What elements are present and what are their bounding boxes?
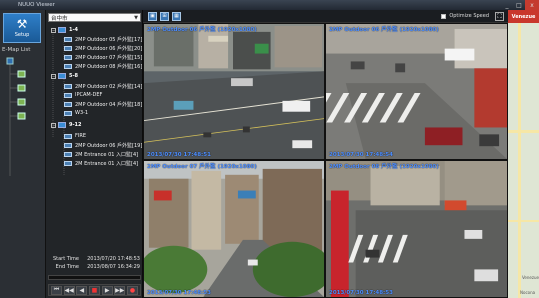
tree-camera[interactable]: 2M Entrance 01 入口監[4]	[64, 150, 138, 158]
emap-tree[interactable]	[4, 56, 42, 296]
fullscreen-icon[interactable]: ⛶	[495, 11, 504, 21]
start-time-row: Start Time 2013/07/20 17:48:53	[46, 255, 143, 263]
record-icon[interactable]: ●	[126, 285, 138, 295]
tree-camera[interactable]: W3-1	[64, 109, 88, 117]
camera-view-2[interactable]: 2MP Outdoor 06 戶外監 (1920x1080) 2013/07/3…	[325, 23, 508, 160]
camera-view-1[interactable]: 2MP Outdoor 06 戶外監 (1920x1080) 2013/07/3…	[143, 23, 325, 160]
map-label: Venezue	[522, 275, 539, 280]
camera-timestamp: 2013/07/30 17:48:54	[329, 152, 393, 158]
play-icon[interactable]: ▶	[101, 285, 113, 295]
collapse-icon[interactable]: −	[51, 73, 56, 79]
window-controls: _ □ x	[501, 0, 539, 10]
camera-icon	[64, 110, 72, 116]
rewind-icon[interactable]: ◀◀	[63, 285, 75, 295]
location-select-value: 台中市	[51, 15, 68, 22]
tree-group-9-12[interactable]: − 9-12	[51, 121, 82, 129]
tree-camera[interactable]: FIRE	[64, 132, 86, 140]
camera-icon	[64, 54, 72, 60]
map-road	[518, 23, 521, 298]
camera-icon	[64, 63, 72, 69]
window-title: NUUO Viewer	[18, 2, 55, 8]
emap-tree-lines	[6, 57, 26, 176]
optimize-speed-label: Optimize Speed	[449, 13, 489, 19]
map-road	[508, 130, 539, 133]
camera-view-4[interactable]: 2MP Outdoor 08 戶外監 (1920x1080) 2013/07/3…	[325, 160, 508, 298]
camera-feed-image	[144, 161, 324, 297]
collapse-icon[interactable]: −	[51, 122, 56, 128]
device-panel: 台中市 ▼ − 1-4 2MP Outdoor 05 戶外監[17] 2MP O…	[46, 10, 143, 298]
checkbox-icon[interactable]	[441, 13, 447, 19]
tree-camera[interactable]: 2MP Outdoor 06 戶外監[19]	[64, 141, 142, 149]
left-rail: ⚒ Setup E-Map List	[0, 10, 46, 298]
layout-quad-icon[interactable]: ⊞	[160, 11, 169, 21]
tree-group-1-4[interactable]: − 1-4	[51, 26, 78, 34]
camera-icon	[64, 92, 72, 98]
playback-controls: ⏮ ◀◀ ◀ ■ ▶ ▶▶ ●	[48, 284, 141, 296]
camera-view-3[interactable]: 2MP Outdoor 07 戶外監 (1920x1080) 2013/07/3…	[143, 160, 325, 298]
skip-back-icon[interactable]: ⏮	[51, 285, 62, 295]
maximize-button[interactable]: □	[513, 0, 525, 10]
camera-icon	[64, 160, 72, 166]
camera-timestamp: 2013/07/30 17:48:51	[147, 152, 211, 158]
camera-icon	[64, 151, 72, 157]
tree-camera[interactable]: 2MP Outdoor 06 戶外監[20]	[64, 44, 142, 52]
tree-camera[interactable]: 2MP Outdoor 04 戶外監[18]	[64, 100, 142, 108]
fast-forward-icon[interactable]: ▶▶	[114, 285, 126, 295]
camera-icon	[64, 36, 72, 42]
tree-camera[interactable]: 2MP Outdoor 07 戶外監[15]	[64, 53, 142, 61]
tree-camera[interactable]: IPCAM-DEF	[64, 91, 102, 99]
camera-feed-image	[326, 161, 507, 297]
playback-times: Start Time 2013/07/20 17:48:53 End Time …	[46, 255, 143, 271]
wrench-icon: ⚒	[16, 17, 28, 31]
group-icon	[58, 122, 66, 128]
tree-camera[interactable]: 2MP Outdoor 05 戶外監[17]	[64, 35, 142, 43]
camera-icon	[64, 83, 72, 89]
optimize-speed-toggle[interactable]: Optimize Speed	[441, 13, 489, 19]
tree-camera[interactable]: 2MP Outdoor 02 戶外監[14]	[64, 82, 142, 90]
group-icon	[58, 27, 66, 33]
camera-icon	[64, 101, 72, 107]
setup-label: Setup	[14, 32, 30, 38]
start-time-label: Start Time	[52, 256, 79, 262]
camera-timestamp: 2013/07/30 17:48:53	[329, 290, 393, 296]
tree-camera[interactable]: 2M Entrance 01 入口監[4]	[64, 159, 138, 167]
playback-progress-bar[interactable]	[48, 275, 141, 280]
map-strip-header: Venezue	[508, 10, 539, 23]
map-strip[interactable]: Venezue Venezue Nocona	[508, 10, 539, 298]
emap-list-label: E-Map List	[2, 47, 31, 53]
location-select[interactable]: 台中市 ▼	[48, 13, 141, 22]
end-time-label: End Time	[55, 264, 79, 270]
group-icon	[58, 73, 66, 79]
end-time-value: 2013/08/07 16:34:29	[87, 264, 140, 270]
camera-icon	[64, 45, 72, 51]
stop-icon[interactable]: ■	[88, 285, 100, 295]
collapse-icon[interactable]: −	[51, 27, 56, 33]
camera-feed-image	[144, 24, 324, 159]
camera-feed-image	[326, 24, 507, 159]
camera-icon	[64, 133, 72, 139]
viewer-toolbar: ▣ ⊞ ▦ Optimize Speed ⛶	[143, 10, 508, 23]
close-button[interactable]: x	[525, 0, 539, 10]
chevron-down-icon: ▼	[134, 14, 138, 21]
layout-single-icon[interactable]: ▣	[148, 11, 157, 21]
camera-title: 2MP Outdoor 07 戶外監 (1920x1080)	[147, 164, 257, 170]
end-time-row: End Time 2013/08/07 16:34:29	[46, 263, 143, 271]
setup-button[interactable]: ⚒ Setup	[3, 13, 41, 43]
camera-title: 2MP Outdoor 08 戶外監 (1920x1080)	[329, 164, 439, 170]
layout-multi-icon[interactable]: ▦	[172, 11, 181, 21]
map-label: Nocona	[520, 290, 536, 295]
tree-group-5-8[interactable]: − 5-8	[51, 72, 78, 80]
tree-camera[interactable]: 2MP Outdoor 08 戶外監[16]	[64, 62, 142, 70]
minimize-button[interactable]: _	[501, 0, 513, 10]
start-time-value: 2013/07/20 17:48:53	[87, 256, 140, 262]
camera-title: 2MP Outdoor 06 戶外監 (1920x1080)	[329, 27, 439, 33]
main-viewer: ▣ ⊞ ▦ Optimize Speed ⛶ 2MP Outdoor 06 戶外…	[143, 10, 508, 298]
camera-timestamp: 2013/07/30 17:48:53	[147, 290, 211, 296]
camera-icon	[64, 142, 72, 148]
camera-grid: 2MP Outdoor 06 戶外監 (1920x1080) 2013/07/3…	[143, 23, 508, 298]
window-titlebar: NUUO Viewer _ □ x	[0, 0, 539, 10]
camera-title: 2MP Outdoor 06 戶外監 (1920x1080)	[147, 27, 257, 33]
play-reverse-icon[interactable]: ◀	[76, 285, 88, 295]
map-road	[508, 220, 539, 222]
